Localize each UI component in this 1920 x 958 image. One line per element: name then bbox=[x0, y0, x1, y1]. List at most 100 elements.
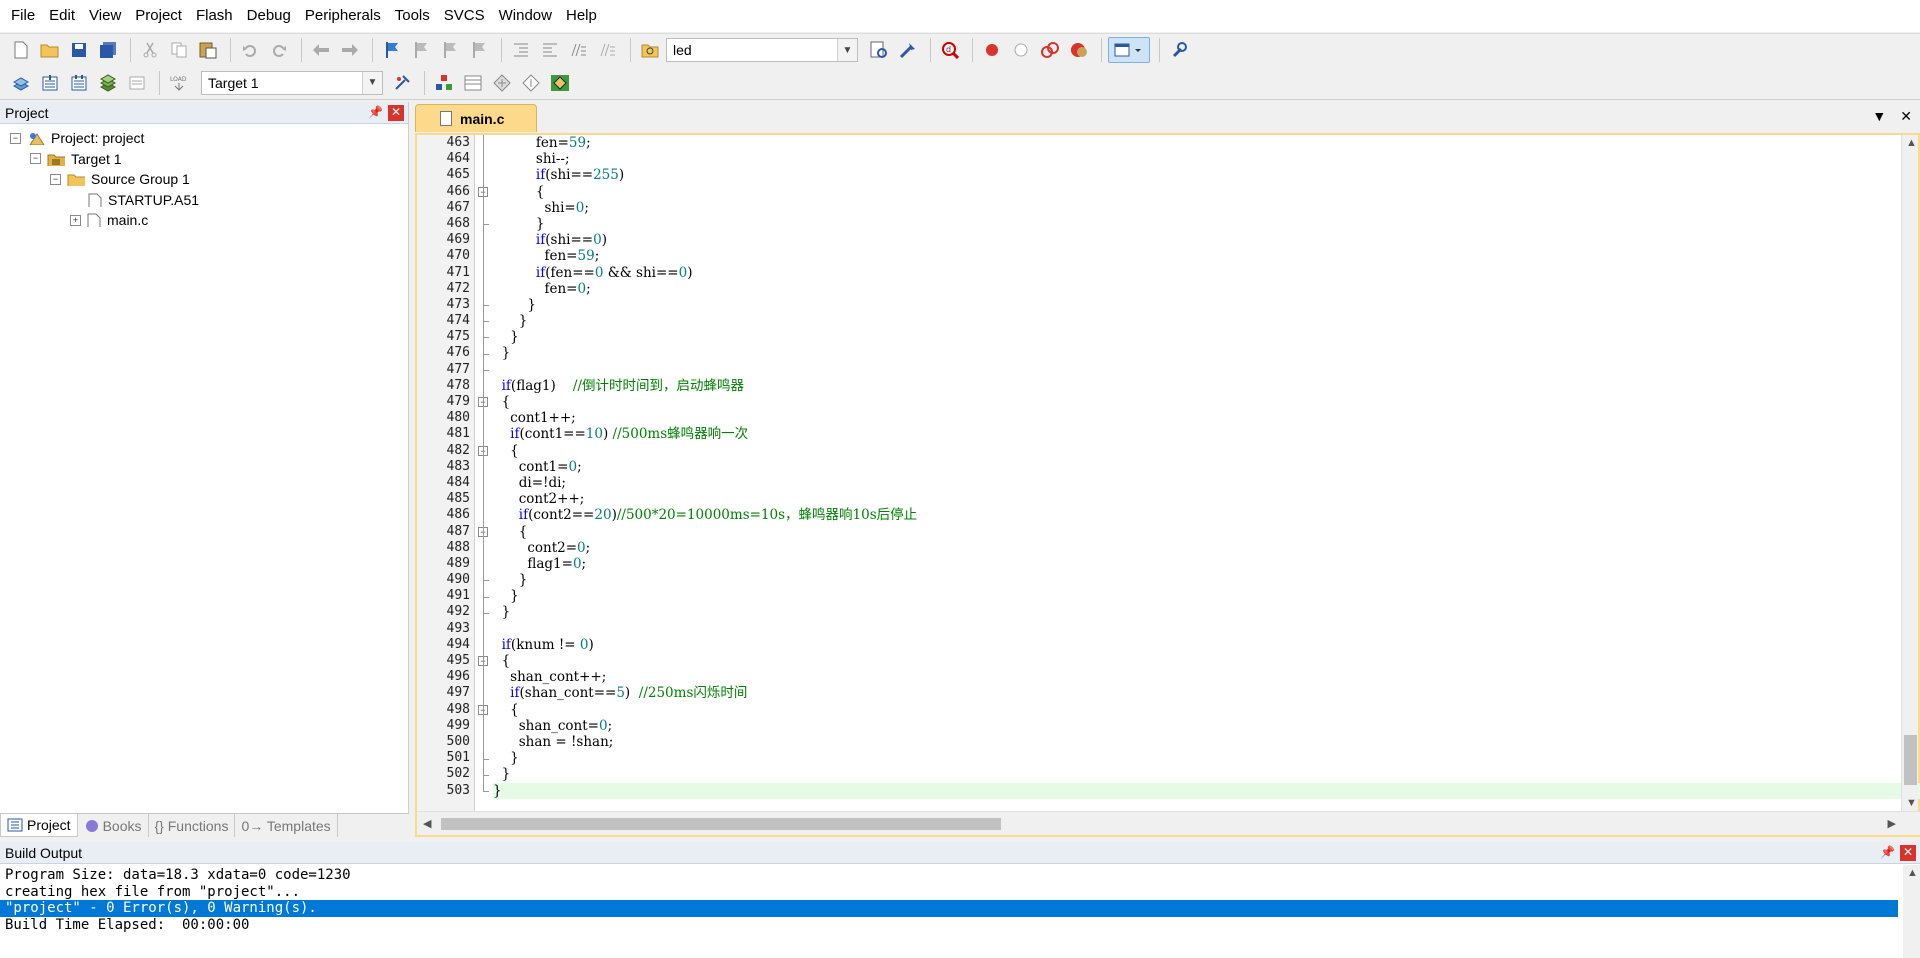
code-line[interactable]: } bbox=[493, 329, 1920, 345]
tree-item-project[interactable]: − Project: project bbox=[0, 128, 408, 149]
code-line[interactable]: { bbox=[493, 443, 1920, 459]
code-line[interactable]: di=!di; bbox=[493, 475, 1920, 491]
code-line[interactable]: if(shi==0) bbox=[493, 232, 1920, 248]
code-line[interactable]: if(shan_cont==5) //250ms闪烁时间 bbox=[493, 685, 1920, 701]
code-line[interactable]: } bbox=[493, 313, 1920, 329]
menu-svcs[interactable]: SVCS bbox=[437, 0, 492, 32]
cut-icon[interactable] bbox=[137, 37, 163, 63]
configure-wrench-icon[interactable] bbox=[1166, 37, 1192, 63]
unindent-icon[interactable] bbox=[537, 37, 563, 63]
code-line[interactable]: shan_cont++; bbox=[493, 669, 1920, 685]
uncomment-icon[interactable] bbox=[595, 37, 621, 63]
clear-bookmarks-icon[interactable] bbox=[466, 37, 492, 63]
collapse-icon[interactable]: − bbox=[50, 173, 61, 185]
scroll-up-icon[interactable]: ▲ bbox=[1907, 867, 1918, 879]
code-line[interactable]: cont1++; bbox=[493, 410, 1920, 426]
indent-icon[interactable] bbox=[508, 37, 534, 63]
code-line[interactable]: if(shi==255) bbox=[493, 167, 1920, 183]
tree-item-startup[interactable]: STARTUP.A51 bbox=[0, 190, 408, 211]
breakpoint-insert-icon[interactable] bbox=[979, 37, 1005, 63]
tab-templates[interactable]: 0→ Templates bbox=[235, 814, 338, 837]
incremental-find-icon[interactable] bbox=[866, 37, 892, 63]
code-line[interactable]: shi=0; bbox=[493, 200, 1920, 216]
build-icon[interactable] bbox=[37, 70, 63, 96]
download-load-icon[interactable]: LOAD bbox=[166, 70, 192, 96]
open-folder-icon[interactable] bbox=[37, 37, 63, 63]
chevron-down-icon[interactable]: ▼ bbox=[837, 39, 857, 61]
close-icon[interactable]: ✕ bbox=[388, 105, 404, 121]
scroll-down-icon[interactable]: ▼ bbox=[1906, 797, 1917, 809]
menu-help[interactable]: Help bbox=[559, 0, 604, 32]
redo-icon[interactable] bbox=[266, 37, 292, 63]
vertical-scrollbar[interactable]: ▲ ▼ bbox=[1901, 135, 1918, 811]
code-line[interactable]: { bbox=[493, 653, 1920, 669]
scroll-up-icon[interactable]: ▲ bbox=[1906, 137, 1917, 149]
file-extensions-icon[interactable] bbox=[460, 70, 486, 96]
debug-session-icon[interactable]: d bbox=[937, 37, 963, 63]
code-line[interactable]: } bbox=[493, 297, 1920, 313]
code-line[interactable]: if(cont2==20)//500*20=10000ms=10s，蜂鸣器响10… bbox=[493, 507, 1920, 523]
prev-bookmark-icon[interactable] bbox=[408, 37, 434, 63]
menu-window[interactable]: Window bbox=[492, 0, 559, 32]
paste-icon[interactable] bbox=[195, 37, 221, 63]
close-tab-icon[interactable]: ✕ bbox=[1900, 108, 1912, 125]
undo-icon[interactable] bbox=[237, 37, 263, 63]
code-line[interactable]: } bbox=[493, 604, 1920, 620]
save-icon[interactable] bbox=[66, 37, 92, 63]
code-line[interactable]: } bbox=[493, 572, 1920, 588]
code-line[interactable]: shan = !shan; bbox=[493, 734, 1920, 750]
code-line[interactable]: } bbox=[493, 782, 1920, 799]
collapse-icon[interactable]: − bbox=[30, 153, 41, 165]
tree-item-main-c[interactable]: + main.c bbox=[0, 210, 408, 231]
code-line[interactable]: { bbox=[493, 702, 1920, 718]
manage-components-icon[interactable] bbox=[431, 70, 457, 96]
code-line[interactable]: cont2++; bbox=[493, 491, 1920, 507]
menu-peripherals[interactable]: Peripherals bbox=[298, 0, 388, 32]
source-browser-icon[interactable] bbox=[895, 37, 921, 63]
code-line[interactable]: } bbox=[493, 750, 1920, 766]
navigate-forward-icon[interactable] bbox=[337, 37, 363, 63]
find-in-files-icon[interactable] bbox=[637, 37, 663, 63]
pin-icon[interactable]: 📌 bbox=[1880, 845, 1895, 861]
tab-functions[interactable]: {} Functions bbox=[149, 814, 236, 837]
horizontal-scrollbar[interactable]: ◀ ▶ bbox=[417, 811, 1920, 835]
pin-icon[interactable]: 📌 bbox=[368, 105, 383, 121]
code-line[interactable]: } bbox=[493, 216, 1920, 232]
tab-books[interactable]: Books bbox=[78, 814, 149, 837]
code-line[interactable]: cont2=0; bbox=[493, 540, 1920, 556]
target-combo[interactable]: Target 1 ▼ bbox=[201, 70, 383, 95]
code-line[interactable]: shan_cont=0; bbox=[493, 718, 1920, 734]
code-line[interactable]: flag1=0; bbox=[493, 556, 1920, 572]
breakpoint-disable-all-icon[interactable] bbox=[1037, 37, 1063, 63]
stop-build-icon[interactable] bbox=[124, 70, 150, 96]
code-line[interactable]: { bbox=[493, 394, 1920, 410]
chevron-down-icon[interactable]: ▼ bbox=[362, 71, 382, 94]
tab-main-c[interactable]: main.c bbox=[415, 104, 537, 132]
breakpoint-kill-all-icon[interactable] bbox=[1066, 37, 1092, 63]
code-line[interactable]: } bbox=[493, 588, 1920, 604]
expand-icon[interactable]: + bbox=[70, 214, 81, 226]
rebuild-icon[interactable] bbox=[66, 70, 92, 96]
code-line[interactable]: { bbox=[493, 184, 1920, 200]
code-line[interactable]: shi--; bbox=[493, 151, 1920, 167]
code-line[interactable]: { bbox=[493, 524, 1920, 540]
tab-list-dropdown-icon[interactable]: ▼ bbox=[1872, 108, 1886, 125]
code-line[interactable]: if(flag1) //倒计时时间到，启动蜂鸣器 bbox=[493, 378, 1920, 394]
menu-project[interactable]: Project bbox=[128, 0, 189, 32]
next-bookmark-icon[interactable] bbox=[437, 37, 463, 63]
menu-file[interactable]: File bbox=[4, 0, 42, 32]
scroll-thumb[interactable] bbox=[1904, 735, 1917, 785]
code-line[interactable]: } bbox=[493, 766, 1920, 782]
batch-build-icon[interactable] bbox=[95, 70, 121, 96]
code-editor[interactable]: 463 464 465 466 467 468 469 470 471 472 … bbox=[415, 133, 1920, 837]
navigate-back-icon[interactable] bbox=[308, 37, 334, 63]
scroll-left-icon[interactable]: ◀ bbox=[423, 817, 431, 830]
code-line[interactable]: if(knum != 0) bbox=[493, 637, 1920, 653]
find-combo[interactable]: led ▼ bbox=[666, 38, 858, 62]
bookmark-icon[interactable] bbox=[379, 37, 405, 63]
menu-debug[interactable]: Debug bbox=[240, 0, 298, 32]
select-packs-icon[interactable] bbox=[489, 70, 515, 96]
comment-icon[interactable] bbox=[566, 37, 592, 63]
code-line[interactable] bbox=[493, 362, 1920, 378]
code-line[interactable]: fen=59; bbox=[493, 135, 1920, 151]
